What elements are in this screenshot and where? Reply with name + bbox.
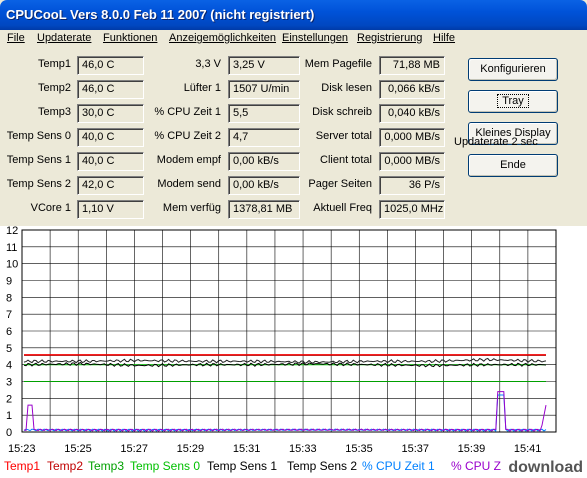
y-tick-label: 2 (6, 393, 12, 405)
sensor-value: 0,00 kB/s (228, 176, 300, 195)
menu-funktionen[interactable]: Funktionen (103, 32, 157, 44)
sensor-label: Temp1 (37, 58, 71, 70)
legend-item: % CPU Z (451, 459, 502, 473)
sensor-value: 1378,81 MB (228, 200, 300, 219)
y-tick-label: 4 (6, 360, 12, 372)
legend-item: Temp Sens 1 (207, 459, 278, 473)
sensor-label: Temp Sens 1 (6, 154, 71, 166)
legend-item: Temp3 (88, 459, 125, 473)
sensor-label: Pager Seiten (308, 178, 372, 190)
sensor-label: Aktuell Freq (313, 202, 372, 214)
legend-item: Temp1 (4, 459, 41, 473)
sensor-label: Server total (315, 130, 372, 142)
end-button[interactable]: Ende (468, 154, 558, 177)
x-tick-label: 15:29 (177, 443, 205, 455)
title-bar[interactable]: CPUCooL Vers 8.0.0 Feb 11 2007 (nicht re… (0, 0, 587, 30)
menu-file[interactable]: File (7, 32, 25, 44)
x-tick-label: 15:33 (289, 443, 317, 455)
sensor-label: Disk schreib (312, 106, 372, 118)
y-tick-label: 1 (6, 410, 12, 422)
sensor-value: 0,066 kB/s (379, 80, 445, 99)
y-tick-label: 10 (6, 259, 18, 271)
sensor-value: 0,00 kB/s (228, 152, 300, 171)
sensor-value: 1507 U/min (228, 80, 300, 99)
sensor-value: 40,0 C (77, 152, 144, 171)
x-tick-label: 15:27 (120, 443, 148, 455)
sensor-label: Modem empf (156, 154, 221, 166)
sensor-value: 0,000 MB/s (379, 128, 445, 147)
tray-button[interactable]: Tray (468, 90, 558, 113)
sensor-value: 1,10 V (77, 200, 144, 219)
sensor-label: Temp Sens 0 (6, 130, 71, 142)
watermark-logo: download (508, 459, 583, 476)
legend-item: Temp Sens 0 (130, 459, 201, 473)
sensor-value: 5,5 (228, 104, 300, 123)
sensor-value: 36 P/s (379, 176, 445, 195)
sensor-label: % CPU Zeit 2 (154, 130, 221, 142)
y-tick-label: 0 (6, 427, 12, 439)
sensor-label: Client total (320, 154, 372, 166)
history-chart-svg: 121110987654321015:23 15:25 15:27 15:29 15:3… (6, 226, 557, 455)
sensor-value: 3,25 V (228, 56, 300, 75)
sensor-value: 30,0 C (77, 104, 144, 123)
y-tick-label: 7 (6, 309, 12, 321)
menu-updaterate[interactable]: Updaterate (37, 32, 91, 44)
legend-item: Temp Sens 2 (287, 459, 358, 473)
menu-bar: File Updaterate Funktionen Anzeigemöglic… (0, 30, 587, 48)
x-tick-label: 15:41 (514, 443, 542, 455)
x-tick-label: 15:37 (401, 443, 429, 455)
sensor-value: 0,040 kB/s (379, 104, 445, 123)
window-title: CPUCooL Vers 8.0.0 Feb 11 2007 (nicht re… (6, 7, 315, 22)
y-tick-label: 5 (6, 343, 12, 355)
x-tick-label: 15:39 (458, 443, 486, 455)
y-tick-label: 8 (6, 292, 12, 304)
y-tick-label: 6 (6, 326, 12, 338)
legend-item: Temp2 (47, 459, 84, 473)
y-tick-label: 9 (6, 276, 12, 288)
sensor-label: Disk lesen (321, 82, 372, 94)
menu-einstellungen[interactable]: Einstellungen (282, 32, 348, 44)
x-tick-label: 15:25 (64, 443, 92, 455)
y-tick-label: 11 (6, 242, 17, 254)
sensor-label: Mem verfüg (162, 202, 221, 214)
y-tick-label: 12 (6, 226, 18, 237)
x-tick-label: 15:35 (345, 443, 373, 455)
y-tick-label: 3 (6, 377, 12, 389)
sensor-value: 46,0 C (77, 56, 144, 75)
menu-anzeigemoeglichkeiten[interactable]: Anzeigemöglichkeiten (169, 32, 276, 44)
menu-registrierung[interactable]: Registrierung (357, 32, 422, 44)
sensor-label: Mem Pagefile (304, 58, 372, 70)
configure-button[interactable]: Konfigurieren (468, 58, 558, 81)
sensor-value: 71,88 MB (379, 56, 445, 75)
sensor-label: Modem send (157, 178, 221, 190)
update-rate-label: Updaterate 2 sec (454, 136, 538, 148)
menu-hilfe[interactable]: Hilfe (433, 32, 455, 44)
sensor-value: 4,7 (228, 128, 300, 147)
x-tick-label: 15:31 (233, 443, 261, 455)
sensor-value: 40,0 C (77, 128, 144, 147)
sensor-label: VCore 1 (30, 202, 71, 214)
tray-button-label: Tray (497, 94, 529, 108)
sensor-value: 46,0 C (77, 80, 144, 99)
sensor-label: Temp Sens 2 (6, 178, 71, 190)
sensor-label: % CPU Zeit 1 (154, 106, 221, 118)
legend-item: % CPU Zeit 1 (362, 459, 435, 473)
sensor-label: 3,3 V (195, 58, 221, 70)
sensor-value: 0,000 MB/s (379, 152, 445, 171)
sensor-value: 42,0 C (77, 176, 144, 195)
sensor-label: Lüfter 1 (183, 82, 221, 94)
x-tick-label: 15:23 (8, 443, 36, 455)
history-graph: 12 11 10 9 8 7 6 5 4 3 2 1 0 15:23 15:25 15:27 15:29 15:3… (0, 226, 587, 456)
sensor-value: 1025,0 MHz (379, 200, 445, 219)
sensor-label: Temp2 (37, 82, 71, 94)
sensor-label: Temp3 (37, 106, 71, 118)
graph-legend: % CPU Z % CPU Zeit 1 Temp Sens 2 Temp Sens … (0, 456, 587, 478)
